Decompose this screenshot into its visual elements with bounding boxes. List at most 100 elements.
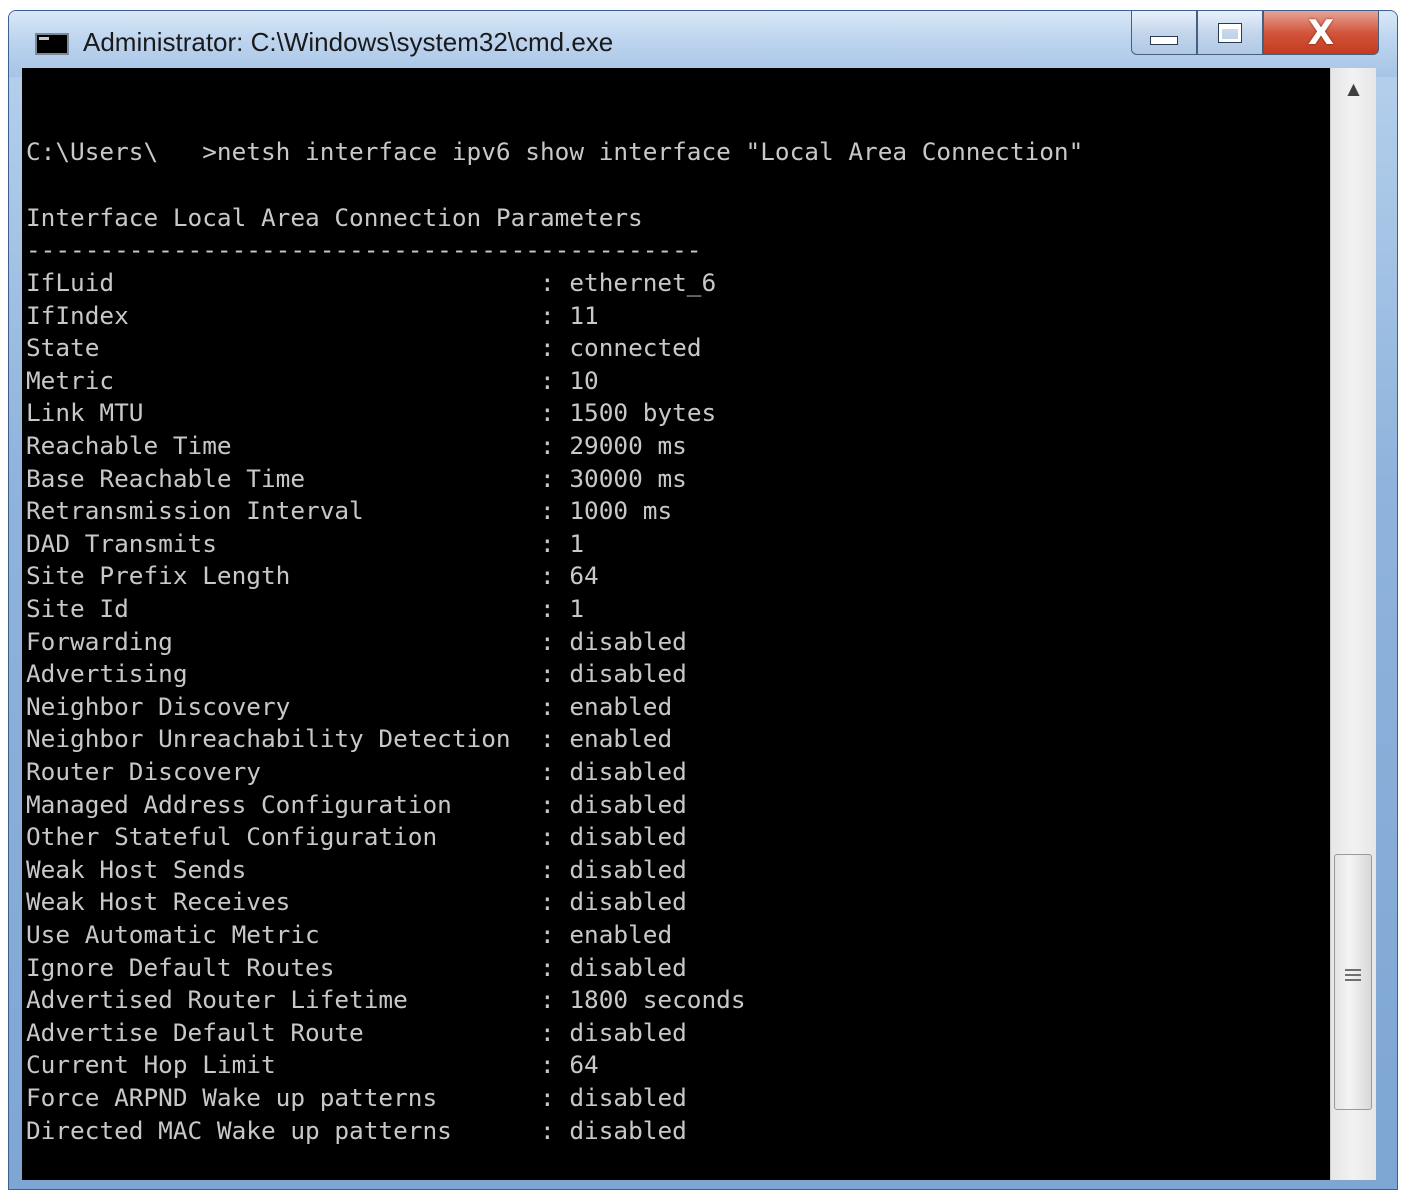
param-key: Neighbor Discovery bbox=[26, 691, 291, 721]
minimize-button[interactable] bbox=[1131, 11, 1197, 55]
param-separator: : bbox=[172, 626, 570, 656]
param-row: Link MTU : 1500 bytes bbox=[26, 397, 716, 429]
param-value: 1500 bytes bbox=[569, 398, 717, 428]
param-separator: : bbox=[510, 724, 570, 754]
param-separator: : bbox=[363, 496, 570, 526]
window-title: Administrator: C:\Windows\system32\cmd.e… bbox=[83, 27, 614, 57]
param-row: Site Id : 1 bbox=[26, 593, 584, 625]
param-separator: : bbox=[290, 691, 570, 721]
param-row: DAD Transmits : 1 bbox=[26, 528, 584, 560]
param-row: Neighbor Unreachability Detection : enab… bbox=[26, 723, 672, 755]
param-key: Router Discovery bbox=[26, 757, 261, 786]
param-key: Neighbor Unreachability Detection bbox=[26, 724, 511, 754]
param-key: Weak Host Receives bbox=[26, 887, 291, 917]
param-key: Other Stateful Configuration bbox=[26, 822, 438, 852]
param-separator: : bbox=[99, 333, 570, 363]
param-separator: : bbox=[451, 1115, 570, 1145]
param-separator: : bbox=[305, 463, 570, 493]
param-key: Current Hop Limit bbox=[26, 1050, 276, 1080]
param-row: Advertised Router Lifetime : 1800 second… bbox=[26, 984, 746, 1016]
param-key: Force ARPND Wake up patterns bbox=[26, 1083, 438, 1112]
param-separator: : bbox=[143, 398, 570, 428]
param-row: Ignore Default Routes : disabled bbox=[26, 952, 687, 984]
scroll-up-arrow-icon[interactable]: ▲ bbox=[1331, 68, 1376, 108]
param-key: Directed MAC Wake up patterns bbox=[26, 1115, 452, 1145]
param-value: 64 bbox=[569, 1050, 599, 1080]
param-separator: : bbox=[319, 920, 570, 949]
scroll-grip-icon bbox=[1345, 969, 1361, 981]
param-key: Link MTU bbox=[26, 398, 144, 428]
param-key: Ignore Default Routes bbox=[26, 952, 335, 982]
vertical-scrollbar[interactable]: ▲ bbox=[1330, 68, 1376, 1180]
close-button[interactable]: X bbox=[1263, 11, 1379, 55]
param-row: Site Prefix Length : 64 bbox=[26, 560, 599, 592]
console-output[interactable]: C:\Users\ >netsh interface ipv6 show int… bbox=[22, 68, 1330, 1180]
param-separator: : bbox=[231, 431, 570, 460]
param-value: disabled bbox=[569, 789, 687, 819]
param-key: Site Id bbox=[26, 594, 129, 623]
param-value: 64 bbox=[569, 561, 599, 591]
param-key: Weak Host Sends bbox=[26, 854, 247, 884]
output-separator: ----------------------------------------… bbox=[26, 235, 702, 264]
param-row: Router Discovery : disabled bbox=[26, 756, 687, 788]
param-key: Forwarding bbox=[26, 626, 173, 656]
param-separator: : bbox=[128, 594, 570, 623]
param-key: Reachable Time bbox=[26, 431, 232, 460]
param-value: disabled bbox=[569, 952, 687, 982]
param-value: 10 bbox=[569, 365, 599, 395]
maximize-button[interactable] bbox=[1197, 11, 1263, 55]
param-row: Weak Host Sends : disabled bbox=[26, 854, 687, 886]
close-icon: X bbox=[1307, 12, 1335, 53]
param-row: IfLuid : ethernet_6 bbox=[26, 267, 716, 299]
scroll-thumb[interactable] bbox=[1334, 854, 1372, 1110]
param-row: Metric : 10 bbox=[26, 365, 599, 397]
param-separator: : bbox=[216, 528, 570, 558]
param-value: enabled bbox=[569, 920, 673, 949]
param-separator: : bbox=[437, 822, 570, 852]
param-row: Current Hop Limit : 64 bbox=[26, 1049, 599, 1081]
param-key: Site Prefix Length bbox=[26, 561, 291, 591]
command-line: C:\Users\ >netsh interface ipv6 show int… bbox=[26, 137, 1084, 166]
param-key: IfIndex bbox=[26, 300, 129, 330]
param-row: Reachable Time : 29000 ms bbox=[26, 430, 687, 462]
param-key: Base Reachable Time bbox=[26, 463, 306, 493]
param-key: DAD Transmits bbox=[26, 528, 217, 558]
param-row: Managed Address Configuration : disabled bbox=[26, 789, 687, 821]
param-key: Advertised Router Lifetime bbox=[26, 985, 408, 1015]
param-separator: : bbox=[260, 757, 570, 786]
param-row: Neighbor Discovery : enabled bbox=[26, 691, 672, 723]
param-row: State : connected bbox=[26, 332, 702, 364]
minimize-icon bbox=[1150, 36, 1178, 45]
param-row: Weak Host Receives : disabled bbox=[26, 886, 687, 918]
output-header: Interface Local Area Connection Paramete… bbox=[26, 203, 643, 232]
param-separator: : bbox=[114, 365, 570, 395]
param-separator: : bbox=[437, 1083, 570, 1112]
param-value: disabled bbox=[569, 822, 687, 852]
param-value: disabled bbox=[569, 1083, 687, 1112]
param-separator: : bbox=[290, 561, 570, 591]
param-key: IfLuid bbox=[26, 268, 115, 297]
param-value: 1 bbox=[569, 594, 585, 623]
param-key: Advertising bbox=[26, 659, 188, 689]
param-separator: : bbox=[246, 854, 570, 884]
param-value: connected bbox=[569, 333, 702, 363]
param-key: Advertise Default Route bbox=[26, 1017, 364, 1047]
param-separator: : bbox=[363, 1017, 570, 1047]
param-value: disabled bbox=[569, 887, 687, 917]
param-key: State bbox=[26, 333, 100, 363]
param-value: disabled bbox=[569, 757, 687, 786]
param-value: 1 bbox=[569, 528, 585, 558]
cmd-app-icon[interactable] bbox=[35, 33, 69, 55]
param-row: Advertise Default Route : disabled bbox=[26, 1017, 687, 1049]
param-value: disabled bbox=[569, 1115, 687, 1145]
param-row: Use Automatic Metric : enabled bbox=[26, 919, 672, 951]
param-value: disabled bbox=[569, 659, 687, 689]
maximize-icon bbox=[1218, 22, 1242, 43]
param-separator: : bbox=[187, 659, 570, 689]
param-row: Directed MAC Wake up patterns : disabled bbox=[26, 1115, 687, 1147]
param-row: Force ARPND Wake up patterns : disabled bbox=[26, 1082, 687, 1114]
param-separator: : bbox=[334, 952, 570, 982]
param-separator: : bbox=[407, 985, 570, 1015]
param-key: Retransmission Interval bbox=[26, 496, 364, 526]
param-key: Metric bbox=[26, 365, 115, 395]
